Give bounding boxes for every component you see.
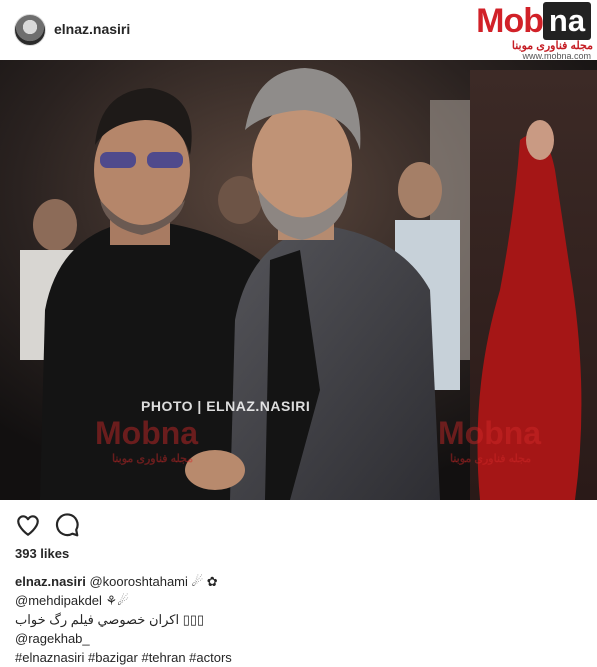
emoji-2: ⚘☄ [105,593,129,608]
post-header: elnaz.nasiri Mob na مجله فناوری موبنا ww… [0,0,597,61]
likes-count[interactable]: 393 likes [15,546,69,561]
post-caption: elnaz.nasiri @kooroshtahami ☄ ✿ @mehdipa… [15,572,575,667]
persian-text: اکران خصوصي فيلم رگ خواب [15,612,180,627]
mention-mehdipakdel[interactable]: @mehdipakdel [15,593,102,608]
mention-ragekhab[interactable]: @ragekhab_ [15,631,90,646]
post-actions [0,500,597,548]
photo-credit: PHOTO | ELNAZ.NASIRI [141,398,311,414]
caption-line-4: @ragekhab_ [15,629,575,648]
logo-box: na [543,2,591,40]
watermark-left: Mobna [95,415,199,451]
watermark-right: Mobna [438,415,542,451]
site-logo: Mob na مجله فناوری موبنا www.mobna.com [443,2,593,61]
post-username[interactable]: elnaz.nasiri [54,21,130,37]
mention-kooroshtahami[interactable]: @kooroshtahami [89,574,187,589]
hashtags[interactable]: #elnaznasiri #bazigar #tehran #actors [15,650,232,665]
caption-line-2: @mehdipakdel ⚘☄ [15,591,575,610]
watermark-left-subtitle: مجله فناوری موبنا [112,453,194,465]
user-avatar[interactable] [14,14,46,46]
caption-line-1: elnaz.nasiri @kooroshtahami ☄ ✿ [15,572,575,591]
emoji-1: ☄ ✿ [191,574,218,589]
heart-icon[interactable] [15,512,41,538]
caption-line-5: #elnaznasiri #bazigar #tehran #actors [15,648,575,667]
caption-line-3: اکران خصوصي فيلم رگ خواب ▯▯▯ [15,610,575,629]
caption-boxes: ▯▯▯ [182,612,205,627]
post-photo[interactable]: PHOTO | ELNAZ.NASIRI Mobna مجله فناوری م… [0,60,597,500]
caption-username[interactable]: elnaz.nasiri [15,574,86,589]
logo-word: Mob [476,2,544,40]
watermark-right-subtitle: مجله فناوری موبنا [450,453,532,465]
comment-icon[interactable] [54,512,80,538]
